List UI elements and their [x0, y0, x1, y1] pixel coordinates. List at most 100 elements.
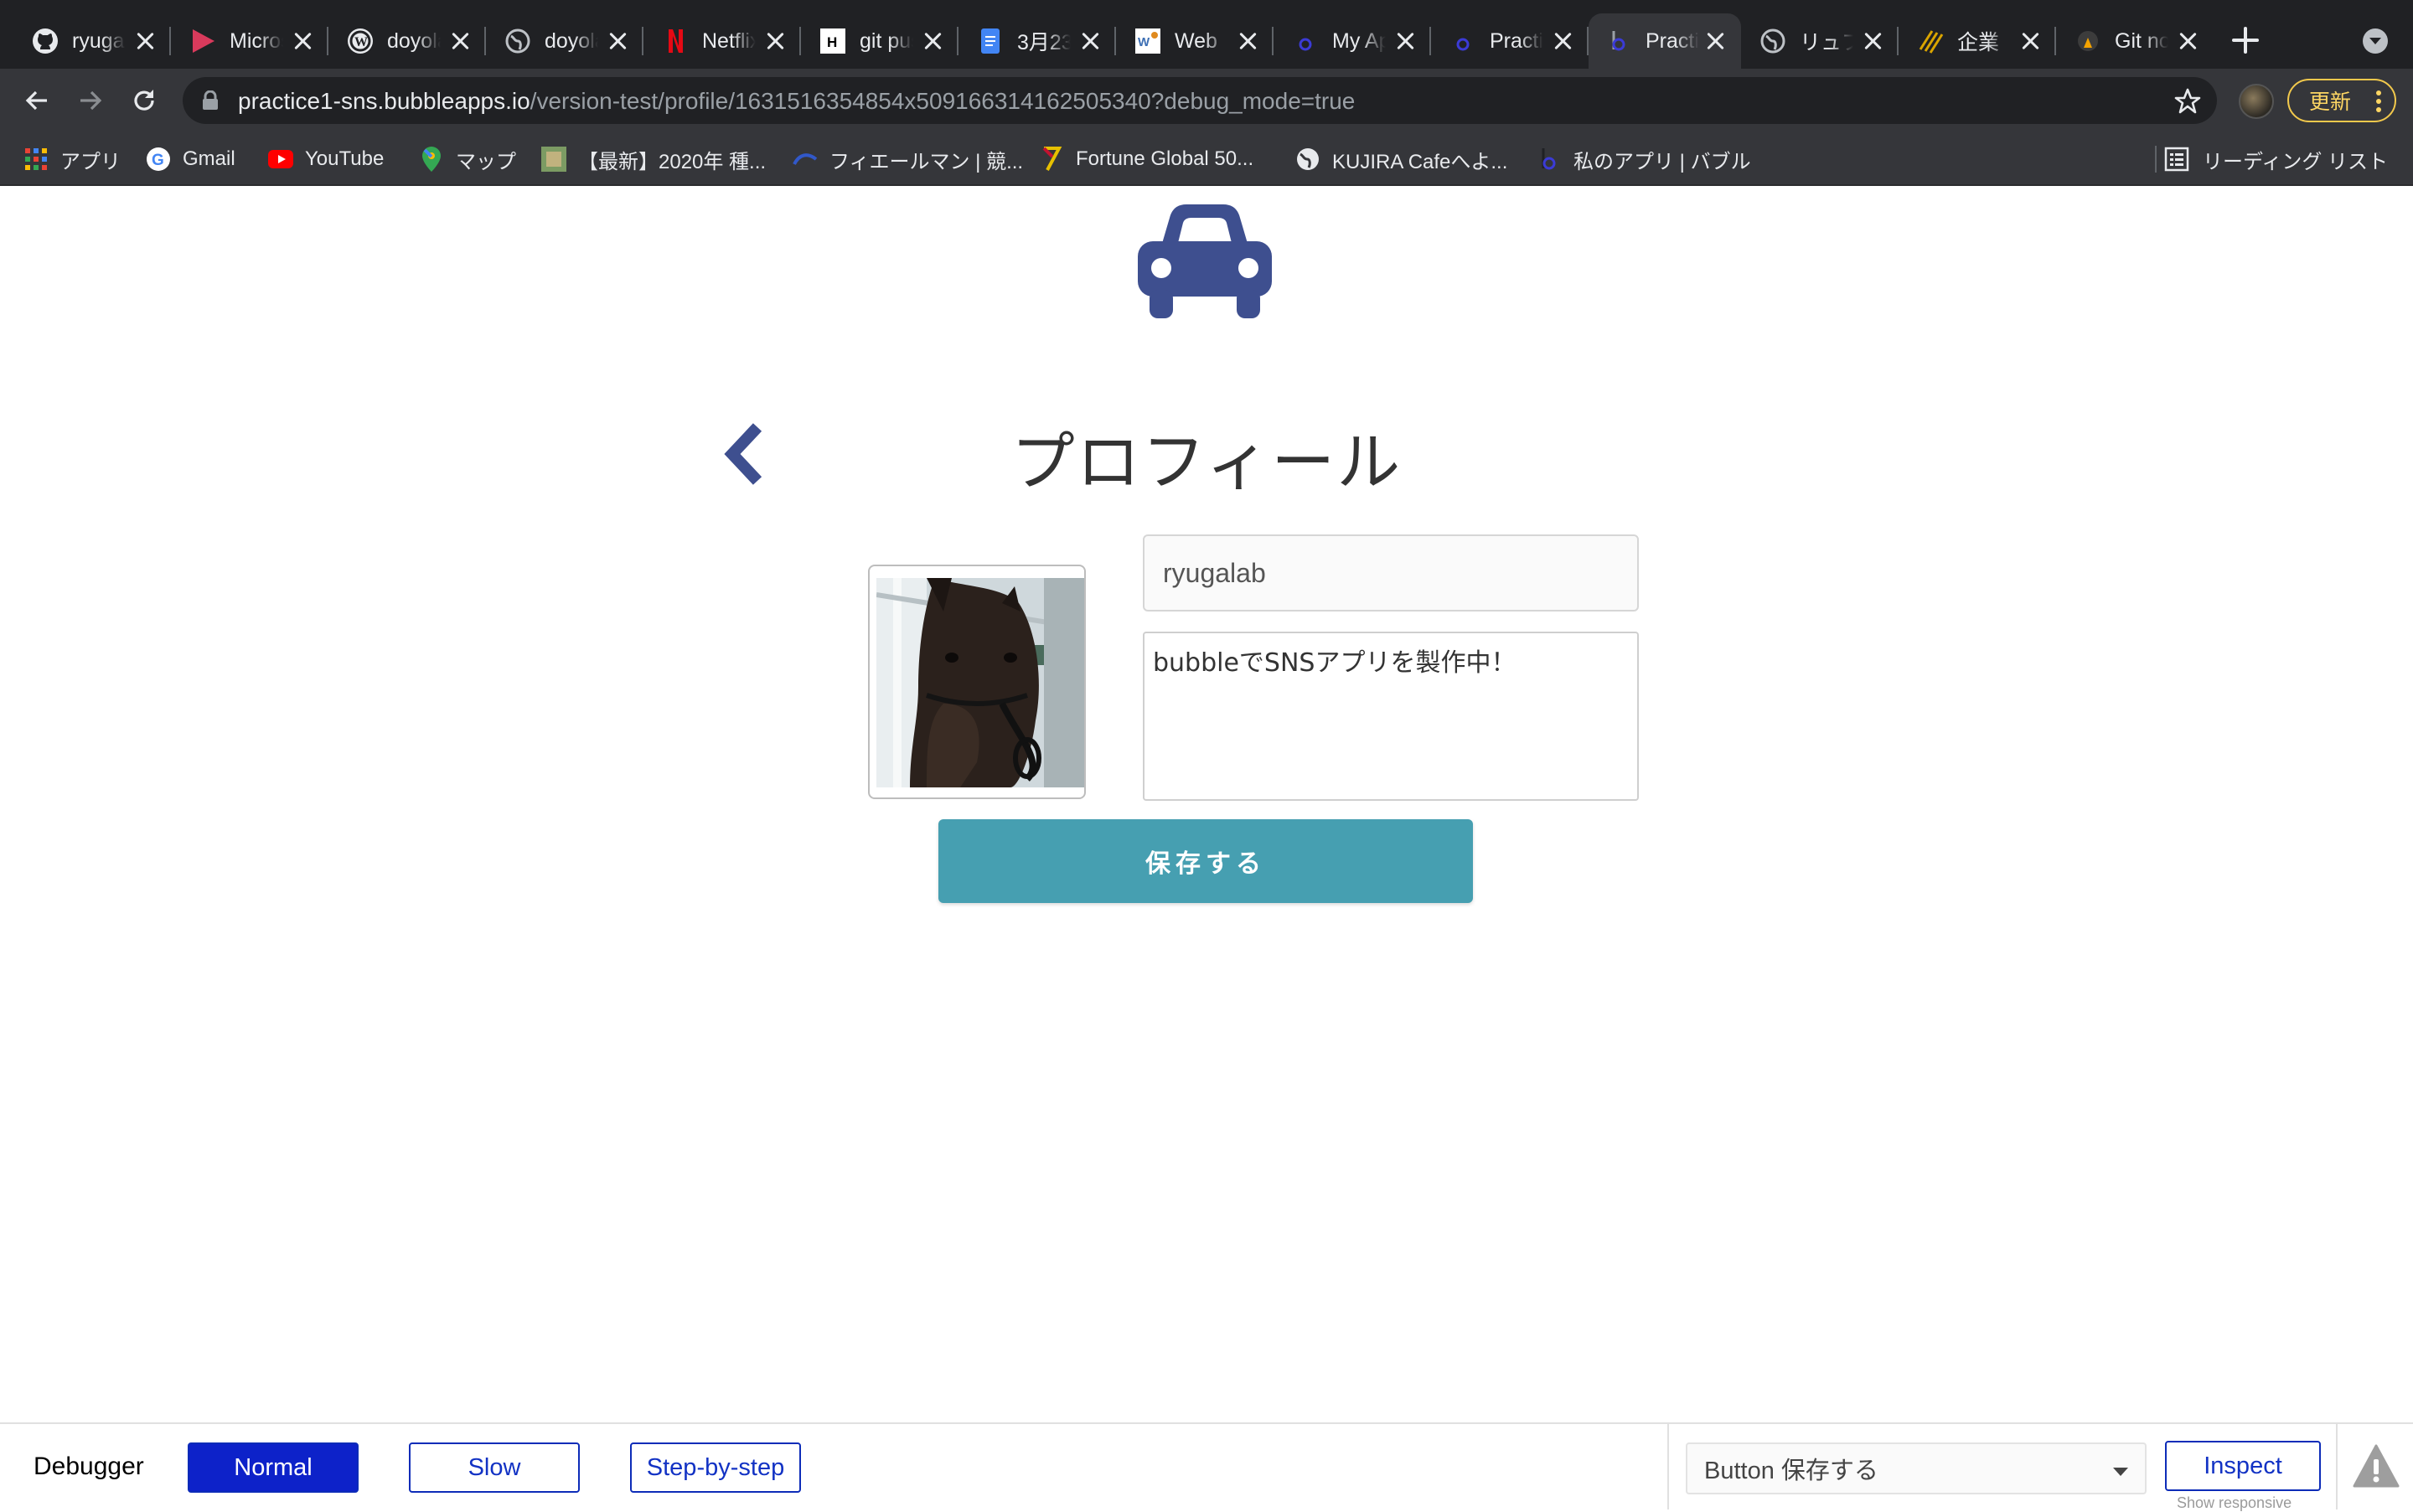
bookmark-label: Gmail	[183, 147, 235, 170]
tab-web[interactable]: W Web	[1118, 13, 1274, 69]
forward-arrow-icon[interactable]	[70, 80, 111, 121]
show-responsive-link[interactable]: Show responsive	[2177, 1494, 2292, 1512]
mode-normal-button[interactable]: Normal	[188, 1442, 359, 1493]
url-text[interactable]: practice1-sns.bubbleapps.io/version-test…	[238, 88, 1355, 115]
tab-docs[interactable]: 3月23日	[960, 13, 1116, 69]
tab-microsoft[interactable]: Microsoft	[173, 13, 328, 69]
inspect-button[interactable]: Inspect	[2165, 1441, 2321, 1491]
tab-kigyo[interactable]: 企業	[1900, 13, 2056, 69]
tab-practice[interactable]: Practice	[1433, 13, 1589, 69]
bookmark-my-app[interactable]: 私のアプリ | バブル	[1537, 142, 1751, 176]
new-tab-plus-icon[interactable]	[2230, 25, 2261, 55]
tab-doyolab[interactable]: doyolab	[488, 13, 643, 69]
close-icon[interactable]	[134, 30, 156, 52]
tab-title: ryugalab	[72, 28, 126, 53]
close-icon[interactable]	[607, 30, 628, 52]
tab-title: Git no	[2115, 28, 2168, 53]
bookmark-gmail[interactable]: G Gmail	[146, 142, 235, 176]
bookmarks-bar: アプリ G Gmail YouTube マップ 【最新】2020年 種... フ…	[0, 132, 2413, 186]
close-icon[interactable]	[1237, 30, 1258, 52]
tab-doyolab-wp[interactable]: W doyolab	[330, 13, 486, 69]
tab-title: My App	[1332, 28, 1386, 53]
car-logo-icon[interactable]	[1136, 199, 1274, 320]
close-icon[interactable]	[449, 30, 471, 52]
tab-git-no[interactable]: Git no	[2058, 13, 2214, 69]
tab-title: 企業	[1957, 31, 2000, 54]
more-vert-icon[interactable]	[2376, 90, 2381, 112]
tab-title: doyolab	[387, 28, 441, 53]
bookmark-youtube[interactable]: YouTube	[268, 142, 384, 176]
bookmark-2020[interactable]: 【最新】2020年 種...	[541, 142, 766, 176]
globe-icon	[504, 28, 531, 54]
reading-list-button[interactable]: リーディング リスト	[2164, 142, 2388, 176]
tab-title: doyolab	[545, 28, 598, 53]
warning-icon[interactable]	[2353, 1442, 2400, 1489]
tab-git-push[interactable]: H git push	[803, 13, 958, 69]
tab-ryub[interactable]: リュブ	[1743, 13, 1899, 69]
address-bar[interactable]: practice1-sns.bubbleapps.io/version-test…	[183, 77, 2217, 124]
back-arrow-icon[interactable]	[17, 80, 57, 121]
page-title: プロフィール	[1010, 425, 1403, 499]
close-icon[interactable]	[2019, 30, 2041, 52]
bookmark-label: KUJIRA Cafeへよ...	[1332, 150, 1508, 173]
tab-practice-active[interactable]: Practice	[1589, 13, 1741, 69]
debugger-divider	[1667, 1424, 1669, 1509]
tab-title: git push	[860, 28, 913, 53]
tab-title: Microsoft	[230, 28, 283, 53]
close-icon[interactable]	[292, 30, 313, 52]
bookmark-fierement[interactable]: フィエールマン | 競...	[793, 142, 1023, 176]
close-icon[interactable]	[1079, 30, 1101, 52]
image-icon	[541, 147, 566, 172]
close-icon[interactable]	[2177, 30, 2199, 52]
bubble-icon	[1537, 147, 1562, 172]
bookmark-star-icon[interactable]	[2173, 87, 2202, 116]
back-chevron-icon[interactable]	[721, 421, 771, 488]
bookmark-label: 私のアプリ | バブル	[1573, 150, 1751, 173]
username-input[interactable]: ryugalab	[1143, 534, 1639, 612]
browser-tab-strip: ryugalab Microsoft W doyolab doyolab Net…	[0, 0, 2413, 69]
close-icon[interactable]	[922, 30, 943, 52]
web-icon: W	[1134, 28, 1161, 54]
bookmarks-divider	[2155, 146, 2157, 173]
github-icon	[32, 28, 59, 54]
url-path: /version-test/profile/1631516354854x5091…	[530, 88, 1356, 114]
bubble-icon	[1449, 28, 1476, 54]
tab-netflix[interactable]: Netflix	[645, 13, 801, 69]
close-icon[interactable]	[1862, 30, 1883, 52]
bookmark-maps[interactable]: マップ	[419, 142, 516, 176]
mode-step-by-step-button[interactable]: Step-by-step	[630, 1442, 801, 1493]
update-button[interactable]: 更新	[2287, 79, 2396, 122]
save-button[interactable]: 保存する	[938, 819, 1473, 903]
reload-icon[interactable]	[124, 80, 164, 121]
bookmark-label: アプリ	[60, 150, 121, 173]
tab-title: Netflix	[702, 28, 756, 53]
bio-textarea[interactable]: bubbleでSNSアプリを製作中！	[1143, 632, 1639, 801]
element-select[interactable]: Button 保存する	[1686, 1442, 2147, 1494]
bookmark-label: フィエールマン | 競...	[829, 150, 1024, 173]
profile-avatar[interactable]	[2239, 84, 2274, 119]
drop-icon	[2075, 28, 2101, 54]
mode-slow-button[interactable]: Slow	[409, 1442, 580, 1493]
close-icon[interactable]	[764, 30, 786, 52]
close-icon[interactable]	[1552, 30, 1573, 52]
close-icon[interactable]	[1394, 30, 1416, 52]
element-select-value: Button 保存する	[1704, 1458, 1878, 1484]
netflix-icon	[662, 28, 689, 54]
reading-list-icon	[2164, 147, 2189, 172]
close-icon[interactable]	[1704, 30, 1726, 52]
lock-icon[interactable]	[201, 90, 220, 111]
tab-my-app[interactable]: My App	[1275, 13, 1431, 69]
horse-icon	[793, 147, 818, 172]
google-icon: G	[146, 147, 171, 172]
tab-search-chevron-icon[interactable]	[2363, 28, 2388, 54]
bookmark-fortune[interactable]: Fortune Global 50...	[1039, 142, 1253, 176]
fortune-icon	[1039, 147, 1064, 172]
avatar-horse-photo	[876, 578, 1084, 787]
h-icon: H	[819, 28, 846, 54]
bookmark-apps[interactable]: アプリ	[23, 142, 121, 176]
stripes-icon	[1917, 28, 1944, 54]
globe-icon	[1295, 147, 1320, 172]
bookmark-kujira[interactable]: KUJIRA Cafeへよ...	[1295, 142, 1507, 176]
tab-ryugalab[interactable]: ryugalab	[15, 13, 171, 69]
chevron-down-icon	[2113, 1468, 2128, 1476]
